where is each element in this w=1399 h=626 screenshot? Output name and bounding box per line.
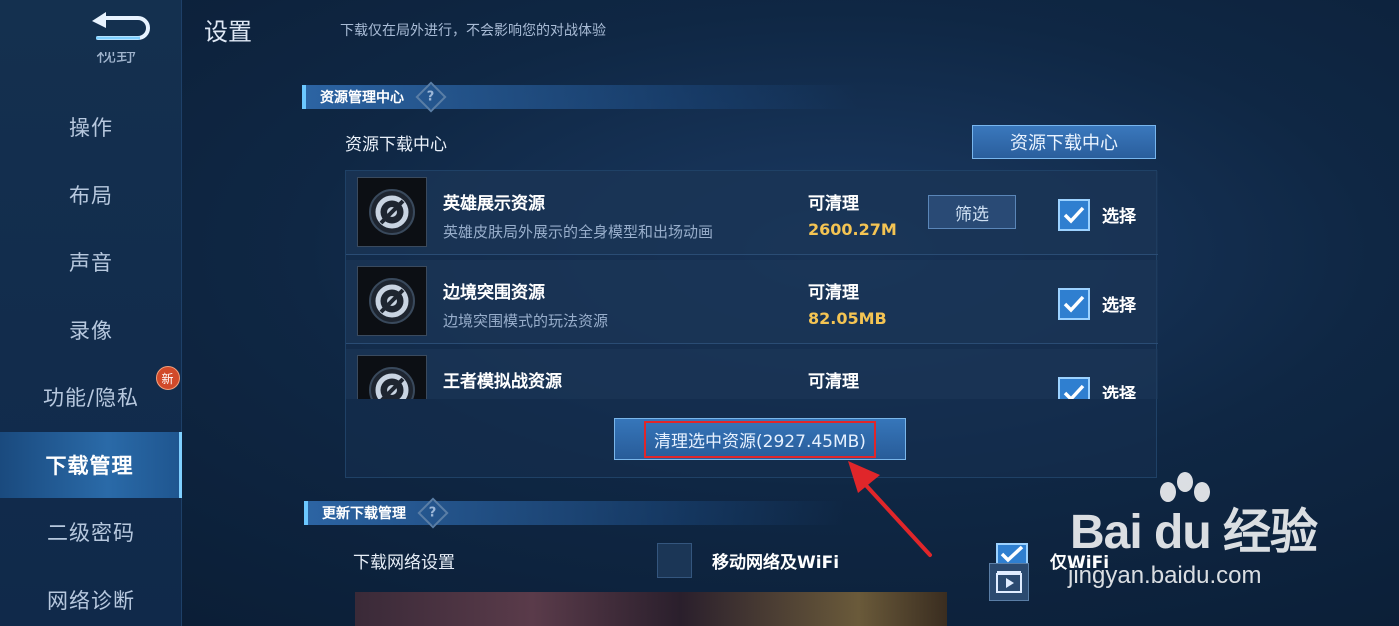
checkmark-icon	[1063, 295, 1085, 313]
update-section-header: 更新下载管理 ?	[304, 497, 844, 529]
resource-name: 英雄展示资源	[443, 194, 545, 214]
list-item: 边境突围资源 边境突围模式的玩法资源 可清理 82.05MB 选择	[346, 260, 1158, 344]
resource-icon	[357, 266, 427, 336]
sidebar-item-partial[interactable]: 视野	[96, 52, 136, 68]
new-badge: 新	[156, 366, 180, 390]
resource-icon	[357, 177, 427, 247]
annotation-arrow-icon	[848, 461, 932, 557]
checkmark-icon	[1063, 384, 1085, 399]
resource-size: 82.05MB	[808, 309, 887, 328]
page-title: 设置	[204, 18, 252, 46]
sidebar-item-sound[interactable]: 声音	[0, 229, 182, 295]
resource-icon	[357, 355, 427, 399]
clean-selected-button[interactable]: 清理选中资源(2927.45MB)	[614, 418, 906, 460]
select-checkbox[interactable]	[1058, 199, 1090, 231]
section-title: 更新下载管理	[322, 506, 406, 522]
resource-size: 2600.27M	[808, 220, 897, 239]
sidebar-item-second-password[interactable]: 二级密码	[0, 499, 182, 565]
watermark-logo: Bai du 经验	[1070, 506, 1318, 559]
sidebar-item-label: 网络诊断	[47, 589, 135, 613]
list-item: 王者模拟战资源 可清理 选择	[346, 349, 1158, 399]
sidebar-item-network[interactable]: 网络诊断	[0, 567, 182, 626]
section-title: 资源管理中心	[320, 90, 404, 106]
sidebar-item-label: 布局	[69, 184, 113, 208]
select-label: 选择	[1102, 207, 1136, 227]
help-icon[interactable]: ?	[417, 497, 449, 529]
resource-name: 王者模拟战资源	[443, 372, 562, 392]
select-checkbox[interactable]	[1058, 377, 1090, 399]
filter-button[interactable]: 筛选	[928, 195, 1016, 229]
mobile-wifi-label: 移动网络及WiFi	[712, 553, 840, 573]
network-setting-label: 下载网络设置	[353, 553, 455, 573]
sidebar-item-label: 录像	[69, 319, 113, 343]
resource-desc: 英雄皮肤局外展示的全身模型和出场动画	[443, 223, 714, 241]
sidebar-item-label: 声音	[69, 251, 113, 275]
wifi-only-checkbox[interactable]	[996, 543, 1028, 563]
download-center-button[interactable]: 资源下载中心	[972, 125, 1156, 159]
sidebar-item-privacy[interactable]: 功能/隐私 新	[0, 364, 182, 430]
clean-button-label: 清理选中资源(2927.45MB)	[644, 420, 876, 458]
resource-status: 可清理	[808, 194, 859, 214]
mobile-wifi-checkbox[interactable]	[657, 543, 692, 578]
hero-preview-image	[355, 592, 947, 626]
resource-status: 可清理	[808, 283, 859, 303]
select-label: 选择	[1102, 296, 1136, 316]
back-arrow-icon[interactable]	[88, 12, 150, 44]
sidebar-item-label: 功能/隐私	[42, 386, 140, 410]
sidebar-item-recording[interactable]: 录像	[0, 297, 182, 363]
resource-status: 可清理	[808, 372, 859, 392]
watermark-url: jingyan.baidu.com	[1068, 562, 1262, 589]
panel-label: 资源下载中心	[345, 135, 447, 155]
sidebar-item-label: 下载管理	[45, 454, 134, 478]
sidebar-item-label: 二级密码	[47, 521, 135, 545]
help-icon[interactable]: ?	[415, 81, 447, 113]
resource-section-header: 资源管理中心 ?	[302, 81, 858, 113]
sidebar-item-layout[interactable]: 布局	[0, 162, 182, 228]
sidebar-item-download[interactable]: 下载管理	[0, 432, 182, 498]
sidebar-item-operation[interactable]: 操作	[0, 94, 182, 160]
video-play-icon[interactable]	[989, 563, 1029, 601]
header-note: 下载仅在局外进行，不会影响您的对战体验	[340, 23, 606, 39]
resource-name: 边境突围资源	[443, 283, 545, 303]
checkmark-icon	[1063, 206, 1085, 224]
resource-list[interactable]: 英雄展示资源 英雄皮肤局外展示的全身模型和出场动画 可清理 2600.27M 筛…	[346, 171, 1158, 399]
sidebar: 视野 操作 布局 声音 录像 功能/隐私 新 下载管理 二级密码 网络诊断	[0, 0, 182, 626]
checkmark-icon	[1000, 545, 1024, 563]
select-checkbox[interactable]	[1058, 288, 1090, 320]
list-item: 英雄展示资源 英雄皮肤局外展示的全身模型和出场动画 可清理 2600.27M 筛…	[346, 171, 1158, 255]
select-label: 选择	[1102, 385, 1136, 399]
sidebar-item-label: 操作	[69, 116, 113, 140]
resource-desc: 边境突围模式的玩法资源	[443, 312, 609, 330]
